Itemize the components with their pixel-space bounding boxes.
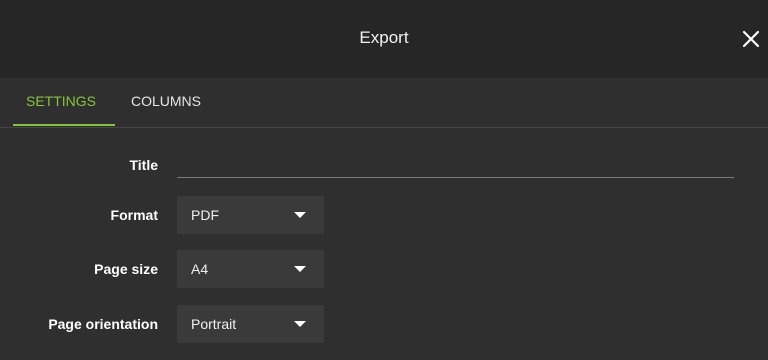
dialog-titlebar: Export	[0, 0, 768, 78]
tab-bar: SETTINGS COLUMNS	[0, 78, 768, 128]
chevron-down-icon	[294, 266, 306, 272]
format-select[interactable]: PDF	[177, 196, 324, 234]
page-orientation-label: Page orientation	[48, 316, 158, 332]
chevron-down-icon	[294, 212, 306, 218]
title-label: Title	[129, 157, 158, 173]
close-button[interactable]	[740, 28, 762, 50]
page-orientation-value: Portrait	[191, 316, 237, 332]
page-size-label: Page size	[94, 261, 158, 277]
export-dialog: Export SETTINGS COLUMNS Title Format PDF…	[0, 0, 768, 360]
format-label: Format	[110, 207, 158, 223]
page-orientation-select[interactable]: Portrait	[177, 305, 324, 343]
dialog-title: Export	[359, 28, 409, 47]
title-input[interactable]	[177, 152, 734, 178]
close-icon	[742, 30, 760, 48]
tab-columns[interactable]: COLUMNS	[131, 78, 211, 126]
chevron-down-icon	[294, 321, 306, 327]
page-size-select[interactable]: A4	[177, 250, 324, 288]
page-size-value: A4	[191, 261, 209, 277]
tab-settings[interactable]: SETTINGS	[13, 78, 115, 126]
format-value: PDF	[191, 207, 219, 223]
